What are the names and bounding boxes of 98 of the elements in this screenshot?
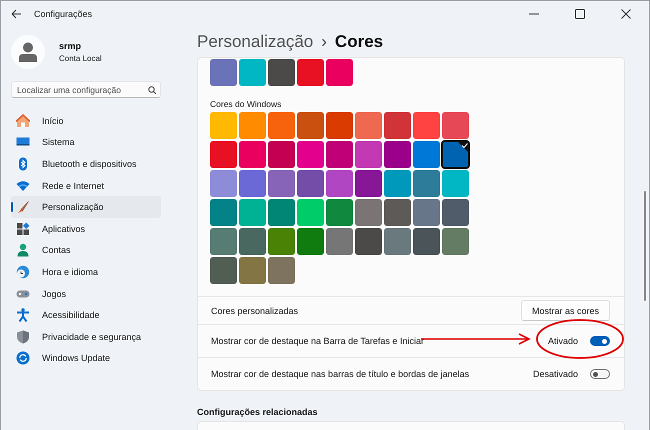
color-swatch[interactable]	[413, 141, 440, 168]
color-swatch[interactable]	[268, 228, 295, 255]
toggle-state: Ativado	[548, 336, 578, 346]
color-swatch[interactable]	[210, 141, 237, 168]
color-swatch[interactable]	[239, 228, 266, 255]
sync-icon	[16, 351, 30, 366]
color-swatch[interactable]	[442, 199, 469, 226]
toggle-state: Desativado	[532, 369, 578, 379]
color-swatch[interactable]	[297, 59, 324, 86]
accessibility-icon	[16, 308, 30, 322]
search-field[interactable]: Localizar uma configuração	[11, 81, 161, 98]
window-title: Configurações	[34, 9, 94, 19]
color-swatch[interactable]	[413, 170, 440, 197]
color-swatch[interactable]	[239, 112, 266, 139]
brush-icon	[16, 200, 30, 214]
color-swatch[interactable]	[239, 257, 266, 284]
color-swatch[interactable]	[326, 170, 353, 197]
color-swatch[interactable]	[326, 199, 353, 226]
color-swatch[interactable]	[210, 170, 237, 197]
clock-globe-icon	[16, 264, 30, 279]
color-swatch[interactable]	[268, 170, 295, 197]
color-swatch[interactable]	[268, 257, 295, 284]
home-icon	[16, 114, 30, 128]
color-swatch[interactable]	[239, 199, 266, 226]
color-swatch[interactable]	[268, 141, 295, 168]
sidebar-item[interactable]: Acessibilidade	[11, 304, 161, 326]
bluetooth-icon	[16, 156, 30, 171]
color-swatch[interactable]	[210, 112, 237, 139]
breadcrumb-separator: ›	[321, 32, 327, 52]
color-swatch[interactable]	[297, 141, 324, 168]
color-swatch[interactable]	[268, 59, 295, 86]
close-icon[interactable]	[621, 9, 631, 19]
color-swatch[interactable]	[326, 228, 353, 255]
color-swatch[interactable]	[355, 199, 382, 226]
color-swatch[interactable]	[384, 199, 411, 226]
check-icon	[457, 141, 469, 153]
section-heading: Configurações relacionadas	[197, 407, 319, 417]
wifi-icon	[16, 178, 30, 193]
breadcrumb-parent[interactable]: Personalização	[197, 32, 314, 52]
sidebar-item[interactable]: Windows Update	[11, 348, 161, 370]
color-swatch[interactable]	[210, 257, 237, 284]
color-swatch[interactable]	[297, 228, 324, 255]
avatar	[11, 35, 45, 69]
color-swatch[interactable]	[268, 112, 295, 139]
color-swatch[interactable]	[442, 170, 469, 197]
color-swatch[interactable]	[413, 199, 440, 226]
color-swatch[interactable]	[442, 112, 469, 139]
toggle-switch[interactable]	[590, 369, 610, 379]
sidebar-item[interactable]: Início	[11, 110, 161, 132]
color-swatch[interactable]	[384, 141, 411, 168]
color-swatch[interactable]	[239, 141, 266, 168]
color-swatch[interactable]	[442, 141, 469, 168]
color-swatch[interactable]	[355, 228, 382, 255]
user-name: srmp	[59, 41, 82, 51]
color-swatch[interactable]	[326, 112, 353, 139]
color-swatch[interactable]	[210, 59, 237, 86]
color-swatch[interactable]	[326, 59, 353, 86]
section-label: Cores do Windows	[210, 99, 282, 109]
sidebar-item[interactable]: Jogos	[11, 282, 161, 304]
apps-icon	[16, 222, 30, 236]
search-icon	[148, 86, 156, 94]
sidebar-item[interactable]: Personalização	[11, 196, 161, 218]
color-swatch[interactable]	[210, 228, 237, 255]
color-swatch[interactable]	[413, 228, 440, 255]
sidebar-item[interactable]: Aplicativos	[11, 218, 161, 240]
sidebar-item[interactable]: Hora e idioma	[11, 261, 161, 283]
setting-label: Cores personalizadas	[211, 306, 300, 316]
color-swatch[interactable]	[384, 228, 411, 255]
color-swatch[interactable]	[268, 199, 295, 226]
color-swatch[interactable]	[413, 112, 440, 139]
maximize-icon[interactable]	[575, 9, 585, 19]
toggle-switch[interactable]	[590, 336, 610, 346]
sidebar-item[interactable]: Bluetooth e dispositivos	[11, 153, 161, 175]
color-swatch[interactable]	[239, 170, 266, 197]
color-swatch[interactable]	[239, 59, 266, 86]
sidebar-item[interactable]: Contas	[11, 240, 161, 262]
sidebar-item[interactable]: Sistema	[11, 132, 161, 154]
color-swatch[interactable]	[355, 112, 382, 139]
shield-icon	[16, 330, 30, 344]
color-swatch[interactable]	[210, 199, 237, 226]
sidebar-item[interactable]: Rede e Internet	[11, 174, 161, 196]
show-colors-button[interactable]: Mostrar as cores	[520, 300, 610, 321]
color-swatch[interactable]	[355, 141, 382, 168]
setting-label: Mostrar cor de destaque na Barra de Tarefas e Iniciar	[211, 336, 424, 346]
back-icon[interactable]	[11, 9, 22, 19]
setting-label: Mostrar cor de destaque nas barras de título e bordas de janelas	[211, 369, 470, 379]
person-icon	[16, 243, 30, 258]
color-swatch[interactable]	[355, 170, 382, 197]
color-swatch[interactable]	[297, 199, 324, 226]
page-title: Cores	[334, 32, 384, 52]
color-swatch[interactable]	[297, 112, 324, 139]
color-swatch[interactable]	[297, 170, 324, 197]
color-swatch[interactable]	[442, 228, 469, 255]
color-swatch[interactable]	[326, 141, 353, 168]
color-swatch[interactable]	[384, 112, 411, 139]
account-type: Conta Local	[59, 54, 102, 63]
color-swatch[interactable]	[384, 170, 411, 197]
sidebar-item[interactable]: Privacidade e segurança	[11, 326, 161, 348]
